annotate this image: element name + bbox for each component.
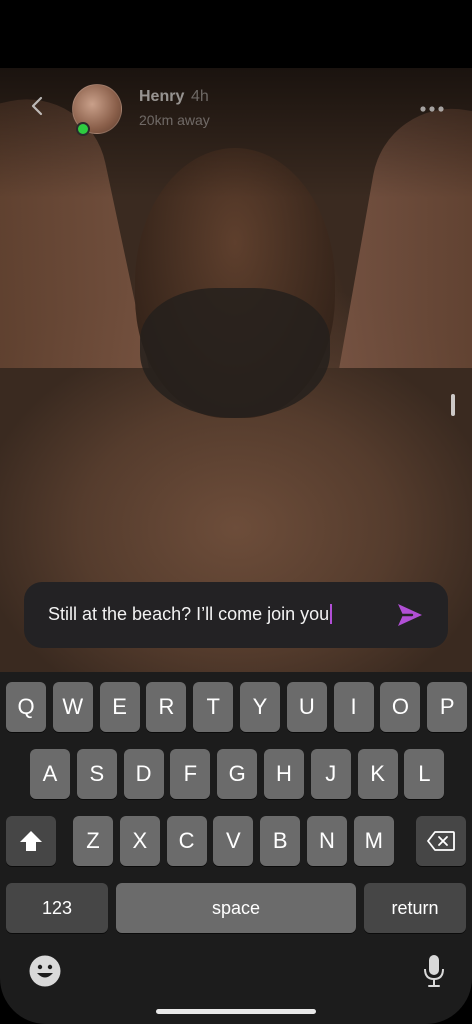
scroll-indicator[interactable]: [451, 394, 455, 416]
key-c[interactable]: C: [166, 816, 207, 866]
key-j[interactable]: J: [310, 749, 351, 799]
key-e[interactable]: E: [99, 682, 140, 732]
key-w[interactable]: W: [52, 682, 93, 732]
key-n[interactable]: N: [307, 816, 347, 866]
chevron-left-icon[interactable]: [26, 94, 50, 118]
key-x[interactable]: X: [119, 816, 160, 866]
key-b[interactable]: B: [260, 816, 301, 866]
key-q[interactable]: Q: [6, 682, 46, 732]
key-m[interactable]: M: [353, 816, 394, 866]
message-input-text: Still at the beach? I’ll come join you: [48, 604, 330, 624]
key-p[interactable]: P: [427, 682, 468, 732]
microphone-icon[interactable]: [422, 954, 446, 988]
emoji-icon[interactable]: [28, 954, 62, 988]
more-dots-icon[interactable]: [420, 106, 444, 112]
key-d[interactable]: D: [123, 749, 164, 799]
keyboard: QWERTYUIOP ASDFGHJKL ZXCVBNM 123 space r…: [0, 672, 472, 1024]
key-y[interactable]: Y: [240, 682, 280, 732]
shift-key[interactable]: [6, 816, 56, 866]
home-indicator[interactable]: [156, 1009, 316, 1014]
phone-screen: Henry 4h 20km away Still at the beach? I…: [0, 0, 472, 1024]
delete-icon: [427, 831, 455, 851]
photo-detail: [140, 288, 330, 418]
key-g[interactable]: G: [217, 749, 258, 799]
key-a[interactable]: A: [30, 749, 70, 799]
key-z[interactable]: Z: [73, 816, 113, 866]
space-key[interactable]: space: [116, 883, 356, 933]
profile-name[interactable]: Henry: [139, 88, 184, 106]
key-l[interactable]: L: [404, 749, 445, 799]
key-i[interactable]: I: [333, 682, 374, 732]
key-u[interactable]: U: [286, 682, 327, 732]
key-f[interactable]: F: [170, 749, 211, 799]
chat-header: Henry 4h 20km away: [0, 70, 472, 140]
profile-distance: 20km away: [139, 112, 210, 128]
last-active-time: 4h: [191, 88, 209, 105]
delete-key[interactable]: [416, 816, 466, 866]
numbers-key[interactable]: 123: [6, 883, 108, 933]
key-t[interactable]: T: [193, 682, 234, 732]
key-k[interactable]: K: [357, 749, 398, 799]
return-key[interactable]: return: [364, 883, 466, 933]
key-r[interactable]: R: [146, 682, 187, 732]
send-icon[interactable]: [396, 602, 424, 628]
shift-icon: [20, 831, 42, 851]
key-h[interactable]: H: [264, 749, 304, 799]
message-composer[interactable]: Still at the beach? I’ll come join you: [24, 582, 448, 648]
key-v[interactable]: V: [213, 816, 254, 866]
key-o[interactable]: O: [380, 682, 421, 732]
key-s[interactable]: S: [76, 749, 117, 799]
online-status-dot: [76, 122, 90, 136]
message-input[interactable]: Still at the beach? I’ll come join you: [48, 604, 333, 625]
text-caret: [330, 604, 333, 624]
